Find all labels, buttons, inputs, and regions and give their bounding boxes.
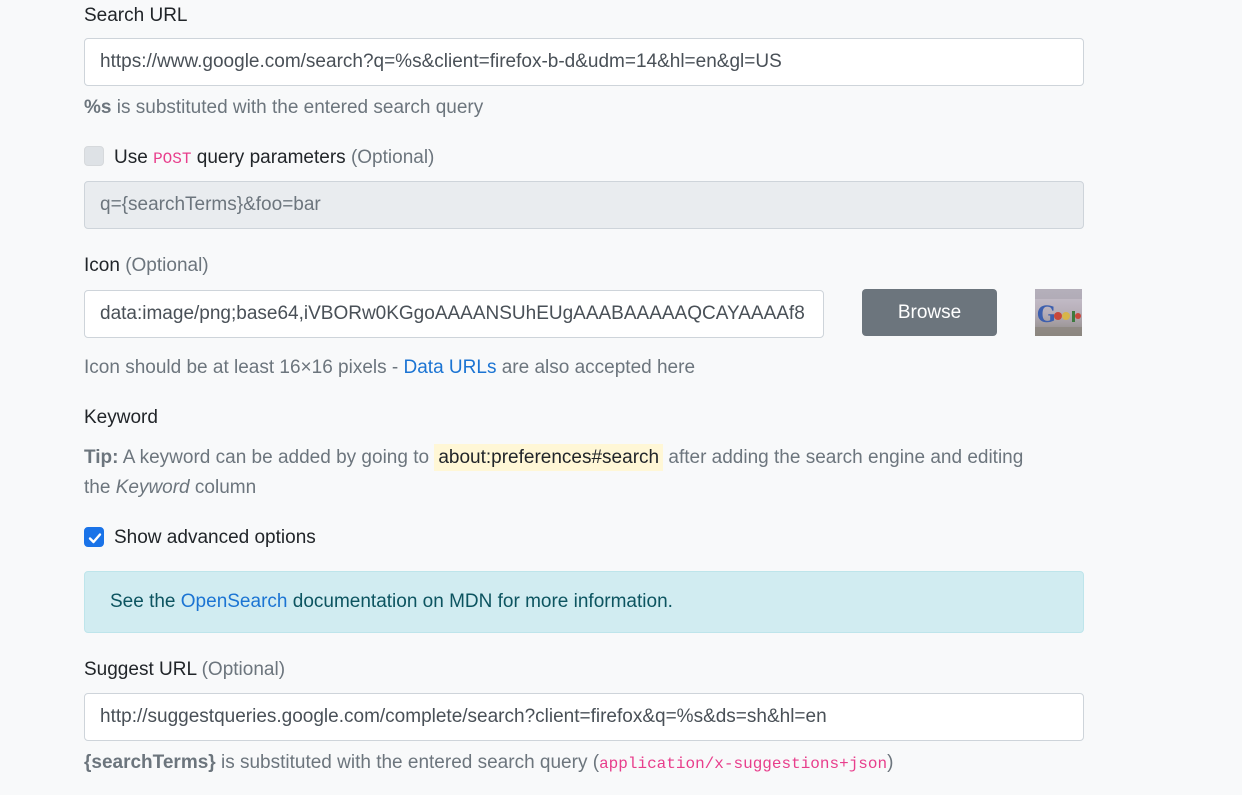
keyword-tip-text2: after adding the search engine and editi… — [663, 447, 1024, 468]
search-url-input[interactable]: https://www.google.com/search?q=%s&clien… — [84, 38, 1084, 86]
suggest-url-help: {searchTerms} is substituted with the en… — [84, 751, 893, 776]
post-params-optional: (Optional) — [350, 147, 435, 168]
keyword-tip-label: Tip: — [84, 447, 119, 468]
icon-help: Icon should be at least 16×16 pixels - D… — [84, 356, 695, 380]
suggest-url-label: Suggest URL (Optional) — [84, 658, 285, 682]
alert-suffix: documentation on MDN for more informatio… — [287, 591, 673, 612]
show-advanced-label: Show advanced options — [114, 527, 316, 548]
svg-text:G: G — [1037, 302, 1056, 328]
checkmark-icon — [88, 533, 102, 544]
opensearch-info-alert: See the OpenSearch documentation on MDN … — [84, 571, 1084, 633]
search-url-help: %s is substituted with the entered searc… — [84, 96, 483, 120]
keyword-tip-line2: the Keyword column — [84, 476, 256, 500]
alert-prefix: See the — [110, 591, 181, 612]
post-params-label-code: POST — [153, 150, 192, 168]
post-params-checkbox[interactable] — [84, 146, 104, 166]
keyword-label: Keyword — [84, 407, 158, 428]
icon-url-input[interactable]: data:image/png;base64,iVBORw0KGgoAAAANSU… — [84, 290, 824, 338]
post-params-input: q={searchTerms}&foo=bar — [84, 181, 1084, 229]
suggest-url-help-close: ) — [887, 752, 894, 773]
keyword-tip-text4: column — [189, 477, 257, 498]
data-urls-link[interactable]: Data URLs — [404, 357, 497, 378]
keyword-tip-line1: Tip: A keyword can be added by going to … — [84, 444, 1024, 471]
keyword-tip-text1: A keyword can be added by going to — [118, 447, 435, 468]
search-url-help-text: is substituted with the entered search q… — [111, 97, 484, 118]
icon-label: Icon (Optional) — [84, 254, 209, 278]
keyword-tip-text3: the — [84, 477, 116, 498]
suggest-url-help-text: is substituted with the entered search q… — [215, 752, 600, 773]
post-params-label-suffix: query parameters — [191, 147, 346, 168]
suggest-url-label-text: Suggest URL — [84, 659, 197, 680]
icon-help-prefix: Icon should be at least 16×16 pixels - — [84, 357, 404, 378]
keyword-tip-em: Keyword — [115, 477, 190, 498]
google-favicon-icon: G — [1035, 289, 1082, 336]
suggest-url-mime-code: application/x-suggestions+json — [599, 755, 888, 773]
show-advanced-checkbox[interactable] — [84, 527, 104, 547]
suggest-url-optional: (Optional) — [201, 659, 286, 680]
icon-optional: (Optional) — [125, 255, 209, 276]
browse-button[interactable]: Browse — [862, 289, 997, 336]
post-params-label-prefix: Use — [114, 147, 154, 168]
about-preferences-code: about:preferences#search — [434, 444, 664, 471]
suggest-url-help-token: {searchTerms} — [84, 752, 216, 773]
search-url-label: Search URL — [84, 5, 188, 26]
icon-help-suffix: are also accepted here — [496, 357, 696, 378]
post-params-label: Use POST query parameters (Optional) — [114, 146, 434, 171]
search-url-help-token: %s — [84, 97, 112, 118]
opensearch-link[interactable]: OpenSearch — [181, 591, 288, 612]
suggest-url-input[interactable]: http://suggestqueries.google.com/complet… — [84, 693, 1084, 741]
icon-label-text: Icon — [84, 255, 120, 276]
